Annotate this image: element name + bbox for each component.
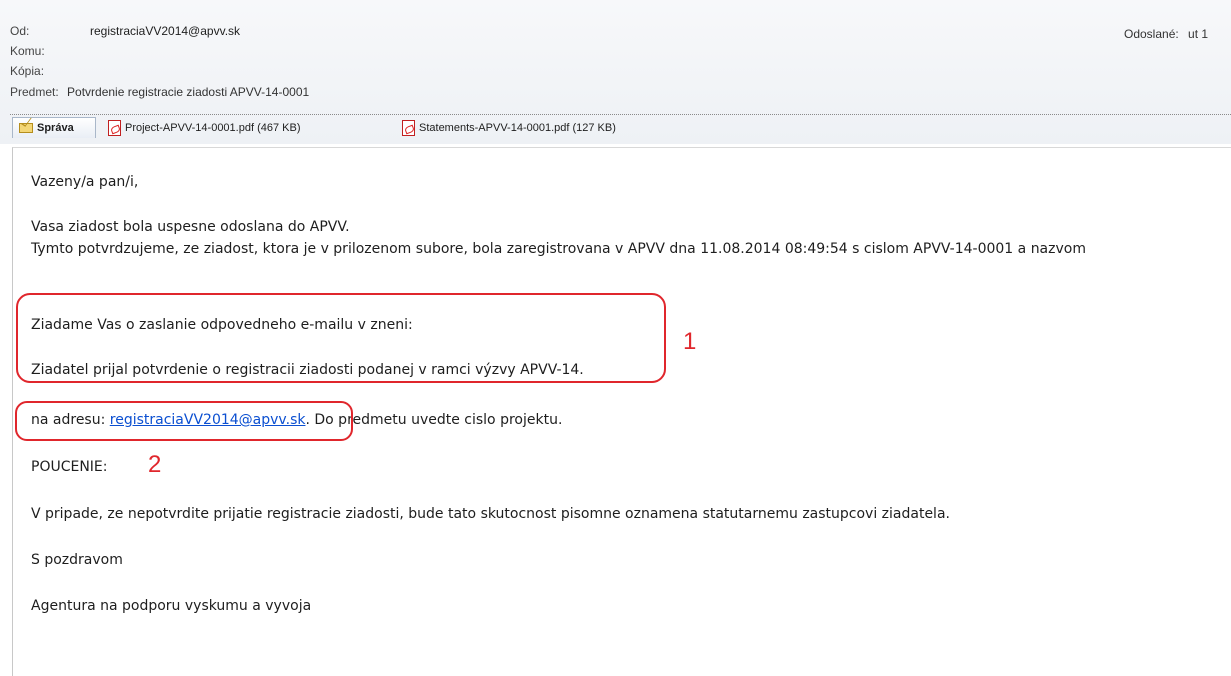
header-divider: [10, 114, 1231, 115]
from-label: Od:: [10, 24, 30, 38]
sent-value: ut 1: [1188, 27, 1209, 41]
closing: S pozdravom: [31, 552, 123, 568]
to-label: Komu:: [10, 44, 45, 58]
message-body: Vazeny/a pan/i, Vasa ziadost bola uspesn…: [12, 147, 1231, 676]
attachment-label: Statements-APVV-14-0001.pdf (127 KB): [419, 121, 616, 134]
sent-field: Odoslané: ut 1: [1124, 27, 1208, 41]
from-value[interactable]: registraciaVV2014@apvv.sk: [90, 24, 240, 38]
subject-value: Potvrdenie registracie ziadosti APVV-14-…: [67, 85, 310, 99]
tab-message[interactable]: Správa: [12, 117, 96, 138]
body-line-1: Vasa ziadost bola uspesne odoslana do AP…: [31, 219, 350, 235]
pdf-icon: [108, 119, 121, 136]
callout-box-2: [15, 401, 353, 441]
attachment-bar: Správa Project-APVV-14-0001.pdf (467 KB)…: [12, 117, 1231, 139]
message-header: Od: registraciaVV2014@apvv.sk Komu: Kópi…: [0, 0, 1231, 144]
notice-heading: POUCENIE:: [31, 459, 108, 475]
callout-number-1: 1: [683, 328, 697, 355]
greeting: Vazeny/a pan/i,: [31, 174, 139, 190]
attachment-statements[interactable]: Statements-APVV-14-0001.pdf (127 KB): [402, 117, 616, 138]
tab-message-label: Správa: [37, 122, 74, 134]
callout-box-1: [16, 293, 666, 383]
callout-number-2: 2: [148, 451, 162, 478]
to-row: Komu:: [10, 44, 45, 58]
body-line-2: Tymto potvrdzujeme, ze ziadost, ktora je…: [31, 241, 1086, 257]
from-row: Od:: [10, 24, 29, 38]
cc-label: Kópia:: [10, 64, 45, 78]
envelope-icon: [19, 123, 33, 133]
subject-row: Predmet: Potvrdenie registracie ziadosti…: [10, 85, 309, 99]
subject-label: Predmet:: [10, 85, 59, 99]
attachment-label: Project-APVV-14-0001.pdf (467 KB): [125, 121, 301, 134]
notice-text: V pripade, ze nepotvrdite prijatie regis…: [31, 506, 950, 522]
signature: Agentura na podporu vyskumu a vyvoja: [31, 598, 312, 614]
cc-row: Kópia:: [10, 64, 44, 78]
pdf-icon: [402, 119, 415, 136]
attachment-project[interactable]: Project-APVV-14-0001.pdf (467 KB): [108, 117, 300, 138]
sent-label: Odoslané:: [1124, 27, 1179, 41]
